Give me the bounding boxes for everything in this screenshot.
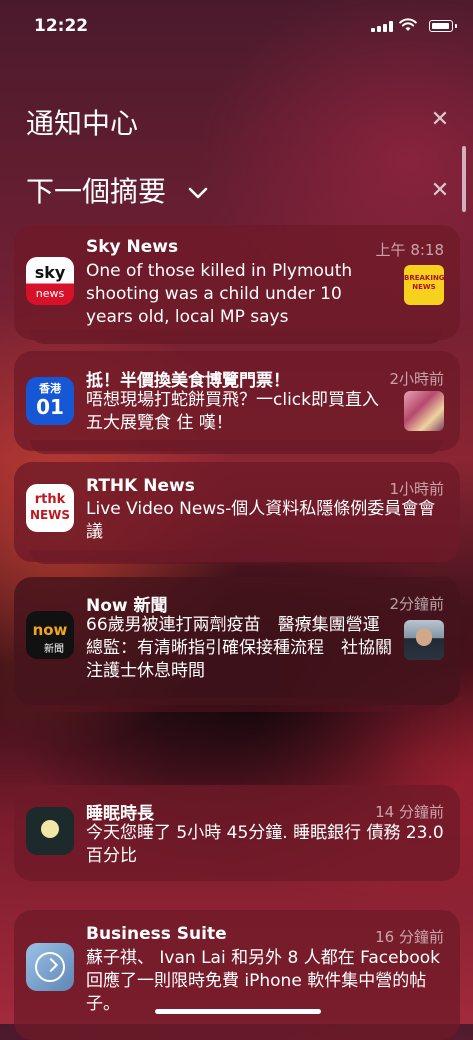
notification-time: 1小時前 — [389, 480, 444, 498]
notification-body: One of those killed in Plymouth shooting… — [86, 261, 353, 327]
notification-hk01[interactable]: 香港 01 抵！半價換美食博覽門票！ 2小時前 唔想現場打蛇餅買飛？一click… — [14, 351, 460, 451]
scrollbar[interactable] — [462, 146, 466, 212]
hk01-app-icon: 香港 01 — [26, 377, 74, 425]
notification-thumbnail: BREAKING NEWS — [404, 265, 444, 305]
notification-app-name: 睡眠時長 — [86, 804, 154, 824]
notification-now-news[interactable]: now 新聞 Now 新聞 2分鐘前 66歲男被連打兩劑疫苗 醫療集團營運總監：… — [14, 577, 460, 705]
status-time: 12:22 — [34, 16, 89, 36]
notification-time: 2小時前 — [389, 370, 444, 388]
rthk-app-icon: rthk NEWS — [26, 484, 74, 532]
notification-app-name: Sky News — [86, 237, 179, 257]
notification-app-name: 抵！半價換美食博覽門票！ — [86, 371, 290, 391]
wifi-icon — [399, 18, 417, 31]
notification-app-name: Business Suite — [86, 924, 227, 944]
cellular-signal-icon — [371, 21, 393, 32]
notification-rthk-news[interactable]: rthk NEWS RTHK News 1小時前 Live Video News… — [14, 462, 460, 562]
notification-sky-news[interactable]: sky news Sky News 上午 8:18 One of those k… — [14, 225, 460, 340]
summary-close-icon[interactable]: ✕ — [429, 180, 451, 202]
business-suite-app-icon — [26, 943, 74, 991]
notification-body: 唔想現場打蛇餅買飛？一click即買直入五大展覽食 住 嘆！ — [86, 390, 379, 433]
now-news-app-icon: now 新聞 — [26, 611, 74, 659]
sky-news-app-icon: sky news — [26, 257, 74, 305]
notification-thumbnail — [404, 620, 444, 660]
notification-time: 14 分鐘前 — [375, 803, 444, 821]
notification-business-suite[interactable]: Business Suite 16 分鐘前 蘇子祺、 Ivan Lai 和另外 … — [14, 910, 460, 1040]
notification-time: 2分鐘前 — [389, 595, 444, 613]
notification-sleep-time[interactable]: 睡眠時長 14 分鐘前 今天您睡了 5小時 45分鐘. 睡眠銀行 債務 23.0… — [14, 785, 460, 881]
notification-center-title: 通知中心 — [26, 107, 139, 140]
clear-all-close-icon[interactable]: ✕ — [429, 109, 451, 131]
notification-body: 蘇子祺、 Ivan Lai 和另外 8 人都在 Facebook 回應了一則限時… — [86, 948, 440, 1014]
notification-app-name: RTHK News — [86, 476, 195, 496]
home-indicator[interactable] — [155, 1009, 321, 1014]
notification-time: 上午 8:18 — [375, 241, 444, 259]
summary-header[interactable]: 下一個摘要 — [26, 170, 209, 210]
summary-title: 下一個摘要 — [26, 175, 167, 208]
battery-icon — [429, 20, 453, 32]
notification-body: 66歲男被連打兩劑疫苗 醫療集團營運總監：有清晰指引確保接種流程 社協關注護士休… — [86, 615, 392, 681]
notification-thumbnail — [404, 391, 444, 431]
chevron-down-icon — [188, 187, 208, 199]
status-bar: 12:22 — [0, 0, 473, 56]
notification-app-name: Now 新聞 — [86, 596, 168, 616]
notification-body: Live Video News-個人資料私隱條例委員會會議 — [86, 499, 436, 542]
moon-app-icon — [26, 807, 74, 855]
notification-time: 16 分鐘前 — [375, 928, 444, 946]
notification-body: 今天您睡了 5小時 45分鐘. 睡眠銀行 債務 23.0 百分比 — [86, 823, 444, 866]
